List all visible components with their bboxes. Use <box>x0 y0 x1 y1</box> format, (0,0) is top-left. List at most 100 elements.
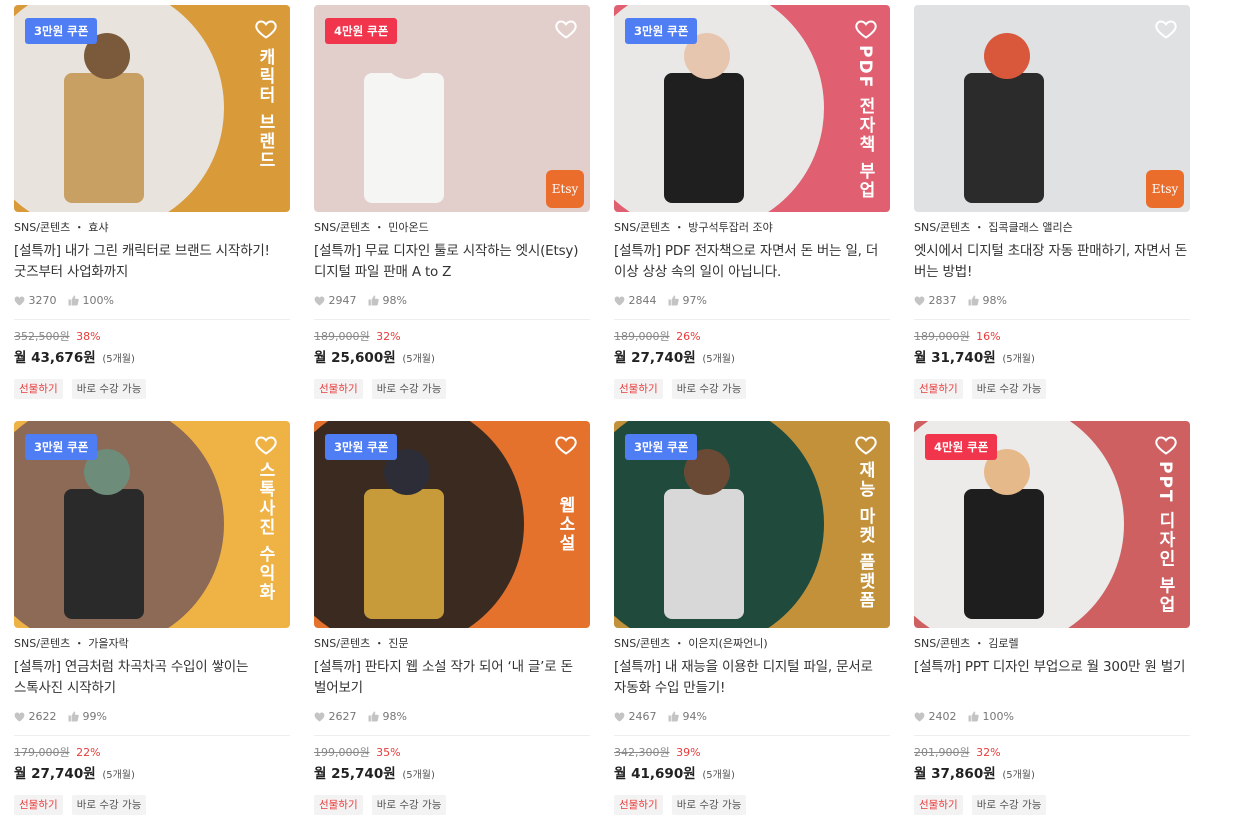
course-card[interactable]: 웹소설 3만원 쿠폰 SNS/콘텐츠 ・ 진문 [설특까] 판타지 웹 소설 작… <box>314 421 590 815</box>
course-thumbnail[interactable]: PPT 디자인 부업 4만원 쿠폰 <box>914 421 1190 628</box>
etsy-logo: Etsy <box>1146 170 1184 208</box>
course-thumbnail[interactable]: 웹소설 3만원 쿠폰 <box>314 421 590 628</box>
coupon-badge: 4만원 쿠폰 <box>925 434 998 460</box>
heart-icon[interactable] <box>854 17 878 41</box>
original-price: 352,500원 <box>14 330 70 343</box>
heart-icon[interactable] <box>554 433 578 457</box>
gift-tag[interactable]: 선물하기 <box>314 795 363 815</box>
price-original-row: 189,000원 16% <box>914 330 1190 344</box>
installment-months: (5개월) <box>402 354 435 365</box>
like-count: 2837 <box>928 294 957 307</box>
price-original-row: 352,500원 38% <box>14 330 290 344</box>
coupon-badge: 3만원 쿠폰 <box>325 434 398 460</box>
course-title[interactable]: 엣시에서 디지털 초대장 자동 판매하기, 자면서 돈 버는 방법! <box>914 241 1190 283</box>
monthly-price-row: 월 27,740원 (5개월) <box>614 349 890 367</box>
course-category-instructor: SNS/콘텐츠 ・ 효샤 <box>14 221 109 234</box>
thumbnail-title: 캐릭터 브랜드 <box>255 47 275 170</box>
discount-rate: 16% <box>976 330 1001 343</box>
monthly-price-row: 월 37,860원 (5개월) <box>914 765 1190 783</box>
course-card[interactable]: 스톡사진 수익화 3만원 쿠폰 SNS/콘텐츠 ・ 가을자락 [설특까] 연금처… <box>14 421 290 815</box>
monthly-price-row: 월 43,676원 (5개월) <box>14 349 290 367</box>
discount-rate: 35% <box>376 746 401 759</box>
course-title[interactable]: [설특까] 내가 그린 캐릭터로 브랜드 시작하기! 굿즈부터 사업화까지 <box>14 241 290 283</box>
monthly-price: 월 41,690원 <box>614 766 696 782</box>
course-thumbnail[interactable]: 스톡사진 수익화 3만원 쿠폰 <box>14 421 290 628</box>
course-card[interactable]: PDF 전자책 부업 3만원 쿠폰 SNS/콘텐츠 ・ 방구석투잡러 조야 [설… <box>614 5 890 399</box>
installment-months: (5개월) <box>1002 354 1035 365</box>
gift-tag[interactable]: 선물하기 <box>14 379 63 399</box>
course-title[interactable]: [설특까] PDF 전자책으로 자면서 돈 버는 일, 더 이상 상상 속의 일… <box>614 241 890 283</box>
like-count: 2622 <box>28 710 57 723</box>
divider <box>914 319 1190 320</box>
course-thumbnail[interactable]: 재능 마켓 플랫폼 3만원 쿠폰 <box>614 421 890 628</box>
coupon-badge: 3만원 쿠폰 <box>625 434 698 460</box>
heart-icon[interactable] <box>554 17 578 41</box>
coupon-badge: 4만원 쿠폰 <box>325 18 398 44</box>
course-card[interactable]: 캐릭터 브랜드 3만원 쿠폰 SNS/콘텐츠 ・ 효샤 [설특까] 내가 그린 … <box>14 5 290 399</box>
price-original-row: 201,900원 32% <box>914 746 1190 760</box>
satisfaction-rate: 100% <box>82 294 114 307</box>
course-title[interactable]: [설특까] 내 재능을 이용한 디지털 파일, 문서로 자동화 수입 만들기! <box>614 657 890 699</box>
thumbs-up-icon <box>368 295 379 311</box>
discount-rate: 32% <box>376 330 401 343</box>
gift-tag[interactable]: 선물하기 <box>914 379 963 399</box>
course-title[interactable]: [설특까] 판타지 웹 소설 작가 되어 ‘내 글’로 돈 벌어보기 <box>314 657 590 699</box>
monthly-price-row: 월 27,740원 (5개월) <box>14 765 290 783</box>
installment-months: (5개월) <box>702 770 735 781</box>
course-card[interactable]: 재능 마켓 플랫폼 3만원 쿠폰 SNS/콘텐츠 ・ 이은지(은짜언니) [설특… <box>614 421 890 815</box>
installment-months: (5개월) <box>402 770 435 781</box>
course-category-instructor: SNS/콘텐츠 ・ 이은지(은짜언니) <box>614 637 768 650</box>
heart-icon[interactable] <box>1154 17 1178 41</box>
monthly-price-row: 월 31,740원 (5개월) <box>914 349 1190 367</box>
course-title[interactable]: [설특까] 무료 디자인 툴로 시작하는 엣시(Etsy) 디지털 파일 판매 … <box>314 241 590 283</box>
discount-rate: 38% <box>76 330 101 343</box>
course-stats: 2627 98% <box>314 709 590 725</box>
course-thumbnail[interactable]: 캐릭터 브랜드 3만원 쿠폰 <box>14 5 290 212</box>
heart-icon[interactable] <box>1154 433 1178 457</box>
course-category-instructor: SNS/콘텐츠 ・ 가을자락 <box>14 637 129 650</box>
course-card[interactable]: 4만원 쿠폰 Etsy SNS/콘텐츠 ・ 민아온드 [설특까] 무료 디자인 … <box>314 5 590 399</box>
gift-tag[interactable]: 선물하기 <box>614 795 663 815</box>
heart-icon[interactable] <box>254 433 278 457</box>
thumbs-up-icon <box>968 295 979 311</box>
course-thumbnail[interactable]: Etsy <box>914 5 1190 212</box>
original-price: 189,000원 <box>614 330 670 343</box>
monthly-price: 월 31,740원 <box>914 350 996 366</box>
divider <box>614 319 890 320</box>
course-thumbnail[interactable]: PDF 전자책 부업 3만원 쿠폰 <box>614 5 890 212</box>
available-now-tag: 바로 수강 가능 <box>71 795 147 815</box>
like-icon <box>914 295 925 311</box>
available-now-tag: 바로 수강 가능 <box>971 795 1047 815</box>
discount-rate: 26% <box>676 330 701 343</box>
course-stats: 2467 94% <box>614 709 890 725</box>
gift-tag[interactable]: 선물하기 <box>314 379 363 399</box>
like-icon <box>14 711 25 727</box>
course-thumbnail[interactable]: 4만원 쿠폰 Etsy <box>314 5 590 212</box>
course-tags: 선물하기 바로 수강 가능 <box>314 377 590 399</box>
monthly-price-row: 월 25,600원 (5개월) <box>314 349 590 367</box>
thumbs-up-icon <box>368 711 379 727</box>
thumbs-up-icon <box>68 711 79 727</box>
like-count: 3270 <box>28 294 57 307</box>
available-now-tag: 바로 수강 가능 <box>371 379 447 399</box>
gift-tag[interactable]: 선물하기 <box>914 795 963 815</box>
gift-tag[interactable]: 선물하기 <box>14 795 63 815</box>
divider <box>914 735 1190 736</box>
like-icon <box>314 295 325 311</box>
course-title[interactable]: [설특까] PPT 디자인 부업으로 월 300만 원 벌기 <box>914 657 1190 699</box>
course-card[interactable]: Etsy SNS/콘텐츠 ・ 집콕클래스 앨리슨 엣시에서 디지털 초대장 자동… <box>914 5 1190 399</box>
coupon-badge: 3만원 쿠폰 <box>25 18 98 44</box>
course-category-instructor: SNS/콘텐츠 ・ 방구석투잡러 조야 <box>614 221 773 234</box>
course-title[interactable]: [설특까] 연금처럼 차곡차곡 수입이 쌓이는 스톡사진 시작하기 <box>14 657 290 699</box>
coupon-badge: 3만원 쿠폰 <box>25 434 98 460</box>
heart-icon[interactable] <box>254 17 278 41</box>
like-icon <box>14 295 25 311</box>
heart-icon[interactable] <box>854 433 878 457</box>
discount-rate: 32% <box>976 746 1001 759</box>
gift-tag[interactable]: 선물하기 <box>614 379 663 399</box>
monthly-price: 월 25,740원 <box>314 766 396 782</box>
like-icon <box>614 295 625 311</box>
price-original-row: 189,000원 32% <box>314 330 590 344</box>
course-card[interactable]: PPT 디자인 부업 4만원 쿠폰 SNS/콘텐츠 ・ 김로렐 [설특까] PP… <box>914 421 1190 815</box>
divider <box>14 735 290 736</box>
